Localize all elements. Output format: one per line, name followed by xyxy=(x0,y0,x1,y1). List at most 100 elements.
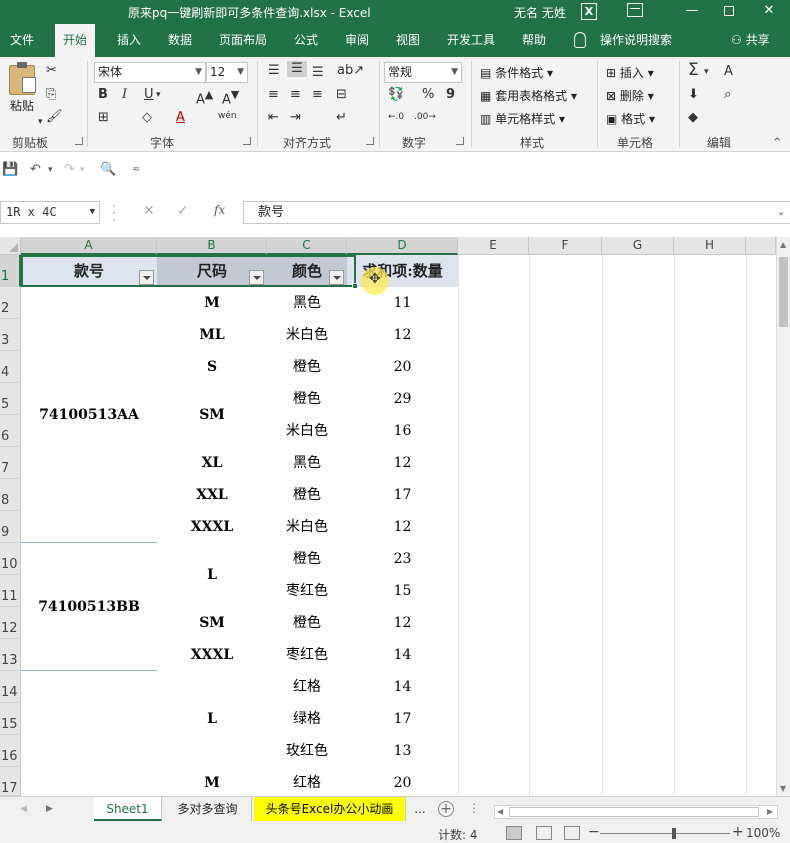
tab-insert[interactable]: 插入 xyxy=(117,24,141,57)
fill-color-icon[interactable]: ◇ xyxy=(142,110,152,126)
share-button[interactable]: ⚇ 共享 xyxy=(731,24,770,57)
format-painter-icon[interactable]: 🖌 xyxy=(46,109,63,125)
column-header-overflow[interactable] xyxy=(746,237,776,255)
align-bottom-icon[interactable]: ☰ xyxy=(312,65,324,81)
name-box[interactable]: 1R x 4C ▼ xyxy=(0,201,100,224)
merge-center-icon[interactable]: ⊟ xyxy=(336,87,347,103)
row-header[interactable]: 6 xyxy=(0,415,21,447)
row-header[interactable]: 11 xyxy=(0,575,21,607)
column-header-h[interactable]: H xyxy=(674,237,746,255)
expand-formula-bar-icon[interactable]: ⌄ xyxy=(777,207,785,218)
zoom-level[interactable]: 100% xyxy=(746,826,780,840)
increase-font-size-icon[interactable]: A▲ xyxy=(196,87,213,108)
alignment-launcher-icon[interactable] xyxy=(366,137,374,145)
delete-cells-button[interactable]: ⊠ 删除 ▾ xyxy=(606,87,654,104)
align-middle-icon[interactable]: ☰ xyxy=(287,61,307,77)
format-as-table-button[interactable]: ▦ 套用表格格式 ▾ xyxy=(480,87,577,104)
maximize-button[interactable] xyxy=(714,0,744,24)
clipboard-launcher-icon[interactable] xyxy=(75,137,83,145)
cancel-icon[interactable]: ✕ xyxy=(143,203,155,219)
scroll-right-icon[interactable]: ▶ xyxy=(767,807,773,816)
select-all-button[interactable] xyxy=(0,237,21,255)
paste-dropdown-icon[interactable]: ▾ xyxy=(38,114,43,130)
scrollbar-thumb[interactable] xyxy=(779,257,788,327)
page-break-view-icon[interactable] xyxy=(564,826,580,840)
redo-icon[interactable]: ↷ xyxy=(64,162,75,178)
undo-dropdown-icon[interactable]: ▾ xyxy=(48,162,53,178)
scroll-up-icon[interactable]: ▲ xyxy=(780,240,786,249)
decrease-font-size-icon[interactable]: A▼ xyxy=(222,87,239,108)
zoom-in-icon[interactable]: + xyxy=(732,824,744,840)
phonetic-guide-icon[interactable]: wén xyxy=(218,108,237,124)
sort-filter-button[interactable]: A xyxy=(724,64,733,80)
font-size-combo[interactable]: 12 ▼ xyxy=(206,62,248,83)
column-header-e[interactable]: E xyxy=(458,237,529,255)
scroll-down-icon[interactable]: ▼ xyxy=(780,784,786,793)
orientation-icon[interactable]: ab↗ xyxy=(337,63,364,79)
find-select-button[interactable]: ⌕ xyxy=(724,87,731,103)
tab-page-layout[interactable]: 页面布局 xyxy=(219,24,267,57)
tab-view[interactable]: 视图 xyxy=(396,24,420,57)
row-header[interactable]: 14 xyxy=(0,671,21,703)
wrap-text-icon[interactable]: ↵ xyxy=(336,110,347,126)
autosum-button[interactable]: Σ xyxy=(688,62,699,79)
font-color-button[interactable]: A xyxy=(176,110,185,126)
tell-me-search[interactable]: 操作说明搜索 xyxy=(600,24,672,57)
format-cells-button[interactable]: ▣ 格式 ▾ xyxy=(606,110,655,127)
bold-button[interactable]: B xyxy=(98,87,108,103)
zoom-slider[interactable] xyxy=(600,833,730,834)
zoom-out-icon[interactable]: − xyxy=(588,824,600,840)
worksheet-grid[interactable]: 款号 尺码 颜色 求和项:数量 ✥ 74100513AA 74100513BB … xyxy=(21,255,776,796)
enter-icon[interactable]: ✓ xyxy=(177,203,189,219)
underline-button[interactable]: U xyxy=(144,87,154,103)
sheet-tab-toutiao[interactable]: 头条号Excel办公小动画 xyxy=(254,797,406,821)
formula-input[interactable]: 款号 xyxy=(243,201,790,224)
tab-developer[interactable]: 开发工具 xyxy=(447,24,495,57)
align-left-icon[interactable]: ≡ xyxy=(268,87,279,103)
column-header-f[interactable]: F xyxy=(529,237,602,255)
row-header[interactable]: 10 xyxy=(0,543,21,575)
column-header-b[interactable]: B xyxy=(157,237,267,255)
sheet-tab-sheet1[interactable]: Sheet1 xyxy=(94,797,162,821)
autosum-dropdown-icon[interactable]: ▾ xyxy=(704,64,709,80)
add-sheet-icon[interactable]: + xyxy=(438,801,454,817)
conditional-formatting-button[interactable]: ▤ 条件格式 ▾ xyxy=(480,64,553,81)
minimize-button[interactable]: — xyxy=(677,0,707,24)
scrollbar-thumb[interactable] xyxy=(509,807,759,817)
align-top-icon[interactable]: ☰ xyxy=(268,63,280,79)
font-launcher-icon[interactable] xyxy=(243,137,251,145)
fill-icon[interactable]: ⬇ xyxy=(688,87,699,103)
sheet-tab-many-to-many[interactable]: 多对多查询 xyxy=(164,797,252,821)
zoom-slider-thumb[interactable] xyxy=(672,828,676,839)
tab-file[interactable]: 文件 xyxy=(10,24,34,57)
scroll-sheets-right-icon[interactable]: ▶ xyxy=(46,804,53,814)
row-header[interactable]: 3 xyxy=(0,319,21,351)
row-header[interactable]: 13 xyxy=(0,639,21,671)
row-header[interactable]: 4 xyxy=(0,351,21,383)
row-header[interactable]: 8 xyxy=(0,479,21,511)
row-header[interactable]: 5 xyxy=(0,383,21,415)
clear-icon[interactable]: ◆ xyxy=(688,110,698,126)
insert-cells-button[interactable]: ⊞ 插入 ▾ xyxy=(606,64,654,81)
increase-decimal-icon[interactable]: ←.0 xyxy=(388,109,404,125)
underline-dropdown-icon[interactable]: ▾ xyxy=(156,87,161,103)
row-header[interactable]: 16 xyxy=(0,735,21,767)
row-header[interactable]: 17 xyxy=(0,767,21,796)
column-header-c[interactable]: C xyxy=(267,237,347,255)
row-header[interactable]: 9 xyxy=(0,511,21,543)
percent-button[interactable]: % xyxy=(422,87,434,103)
redo-dropdown-icon[interactable]: ▾ xyxy=(80,162,85,178)
decrease-indent-icon[interactable]: ⇤ xyxy=(268,110,279,126)
number-format-combo[interactable]: 常规 ▼ xyxy=(384,62,462,83)
scroll-sheets-left-icon[interactable]: ◀ xyxy=(20,804,27,814)
splitter-icon[interactable]: ⋮ xyxy=(468,801,480,815)
borders-icon[interactable]: ⊞ xyxy=(98,110,109,126)
user-name[interactable]: 无名 无姓 xyxy=(514,4,566,21)
column-header-a[interactable]: A xyxy=(21,237,157,255)
page-layout-view-icon[interactable] xyxy=(536,826,552,840)
customize-qat-icon[interactable]: ≂ xyxy=(132,162,140,178)
tab-data[interactable]: 数据 xyxy=(168,24,192,57)
tab-help[interactable]: 帮助 xyxy=(522,24,546,57)
tab-formulas[interactable]: 公式 xyxy=(294,24,318,57)
ribbon-display-options-icon[interactable] xyxy=(627,3,643,17)
